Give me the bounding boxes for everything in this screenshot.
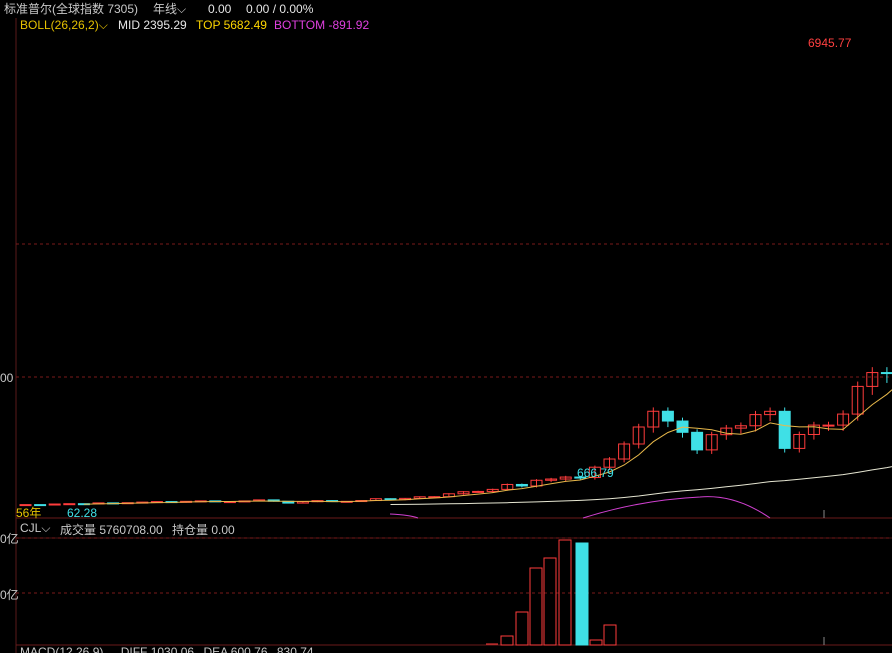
boll-mid-line (83, 389, 892, 505)
macd-value: 830.74 (276, 645, 314, 653)
cjl-indicator-selector[interactable]: CJL⌵ (20, 521, 50, 536)
price-axis-label: 00 (0, 371, 14, 385)
macd-dea: DEA 600.76 (203, 645, 268, 653)
chevron-down-icon: ⌵ (41, 521, 51, 535)
macd-strip: MACD(12,26,9) DIFF 1030.06 DEA 600.76 83… (20, 645, 314, 653)
candle-body (63, 503, 76, 506)
macd-curve-right (582, 496, 771, 519)
candle-body (515, 483, 528, 487)
high-price-label: 6945.77 (808, 36, 852, 50)
candle-body (48, 503, 61, 506)
volume-bar (500, 635, 514, 646)
mid-low-price-label: 666.79 (577, 466, 614, 480)
candle-body (384, 498, 397, 501)
volume-bar (589, 639, 603, 646)
macd-diff: DIFF 1030.06 (120, 645, 195, 653)
price-chart[interactable] (0, 0, 892, 653)
candle-body (472, 490, 485, 493)
volume-axis-label-upper: 0亿 (0, 532, 19, 546)
candle-body (661, 410, 674, 422)
volume-axis-label-lower: 0亿 (0, 588, 19, 602)
candle-body (822, 424, 835, 427)
volume-bar (603, 624, 617, 646)
macd-curve-left (389, 513, 419, 519)
start-year-label: 56年 (16, 506, 42, 520)
open-interest-value: 持仓量 0.00 (172, 523, 235, 537)
candle-body (691, 431, 704, 451)
volume-bar (529, 567, 543, 646)
volume-bar (543, 557, 557, 646)
candle-body (778, 410, 791, 449)
candle-body (880, 372, 892, 375)
macd-name: MACD(12,26,9) (20, 645, 104, 653)
volume-value: 成交量 5760708.00 (60, 523, 163, 537)
cjl-name: CJL (20, 521, 42, 535)
early-low-price-label: 62.28 (67, 506, 98, 520)
volume-bar (575, 542, 589, 646)
volume-bar (515, 611, 529, 646)
